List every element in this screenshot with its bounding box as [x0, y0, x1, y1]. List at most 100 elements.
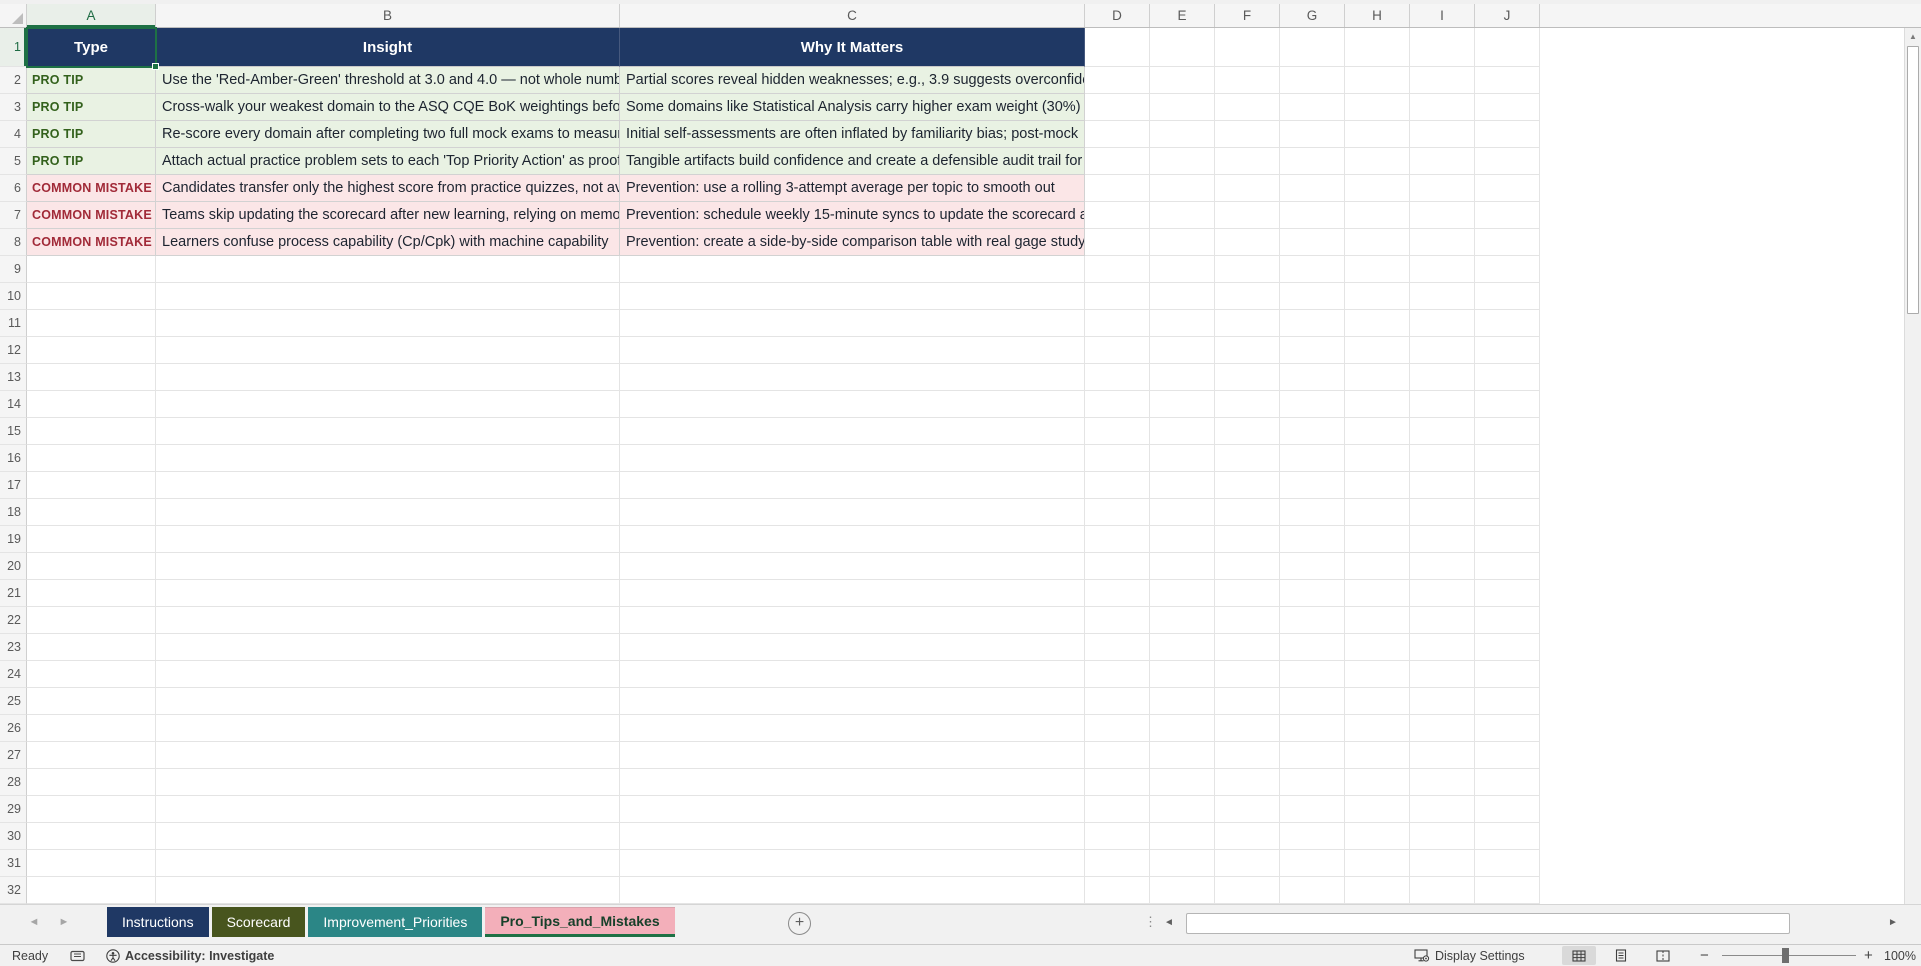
cell-D8[interactable] — [1085, 229, 1150, 256]
cell-B24[interactable] — [156, 661, 620, 688]
cell-J13[interactable] — [1475, 364, 1540, 391]
cell-B16[interactable] — [156, 445, 620, 472]
sheet-tab-instructions[interactable]: Instructions — [107, 907, 209, 937]
cell-B30[interactable] — [156, 823, 620, 850]
cell-F10[interactable] — [1215, 283, 1280, 310]
cell-A24[interactable] — [27, 661, 156, 688]
cell-H18[interactable] — [1345, 499, 1410, 526]
cell-D2[interactable] — [1085, 67, 1150, 94]
cell-C32[interactable] — [620, 877, 1085, 904]
row-header-28[interactable]: 28 — [0, 769, 27, 796]
cell-J6[interactable] — [1475, 175, 1540, 202]
cell-E2[interactable] — [1150, 67, 1215, 94]
cell-I32[interactable] — [1410, 877, 1475, 904]
cell-I20[interactable] — [1410, 553, 1475, 580]
cell-G18[interactable] — [1280, 499, 1345, 526]
cell-F18[interactable] — [1215, 499, 1280, 526]
cell-B14[interactable] — [156, 391, 620, 418]
cell-E22[interactable] — [1150, 607, 1215, 634]
cell-A21[interactable] — [27, 580, 156, 607]
cell-D11[interactable] — [1085, 310, 1150, 337]
cell-C12[interactable] — [620, 337, 1085, 364]
cell-I23[interactable] — [1410, 634, 1475, 661]
cell-C27[interactable] — [620, 742, 1085, 769]
row-header-7[interactable]: 7 — [0, 202, 27, 229]
cell-G9[interactable] — [1280, 256, 1345, 283]
table-header-cell-insight[interactable]: Insight — [156, 28, 620, 67]
cell-J10[interactable] — [1475, 283, 1540, 310]
cell-E11[interactable] — [1150, 310, 1215, 337]
cell-C9[interactable] — [620, 256, 1085, 283]
cell-D21[interactable] — [1085, 580, 1150, 607]
cell-I31[interactable] — [1410, 850, 1475, 877]
cell-D7[interactable] — [1085, 202, 1150, 229]
cell-E7[interactable] — [1150, 202, 1215, 229]
cell-B11[interactable] — [156, 310, 620, 337]
cell-G17[interactable] — [1280, 472, 1345, 499]
cell-C18[interactable] — [620, 499, 1085, 526]
cell-A22[interactable] — [27, 607, 156, 634]
cell-E8[interactable] — [1150, 229, 1215, 256]
cell-F31[interactable] — [1215, 850, 1280, 877]
cell-E6[interactable] — [1150, 175, 1215, 202]
cell-H28[interactable] — [1345, 769, 1410, 796]
macro-record-icon[interactable] — [70, 945, 85, 966]
row-header-12[interactable]: 12 — [0, 337, 27, 364]
sheet-tab-scorecard[interactable]: Scorecard — [211, 907, 306, 937]
cell-D10[interactable] — [1085, 283, 1150, 310]
cell-F9[interactable] — [1215, 256, 1280, 283]
row-header-2[interactable]: 2 — [0, 67, 27, 94]
cell-F13[interactable] — [1215, 364, 1280, 391]
cell-C28[interactable] — [620, 769, 1085, 796]
row-header-13[interactable]: 13 — [0, 364, 27, 391]
cell-I22[interactable] — [1410, 607, 1475, 634]
cell-B27[interactable] — [156, 742, 620, 769]
cell-B18[interactable] — [156, 499, 620, 526]
cell-insight-row2[interactable]: Use the 'Red-Amber-Green' threshold at 3… — [156, 67, 620, 94]
cell-F23[interactable] — [1215, 634, 1280, 661]
cell-H4[interactable] — [1345, 121, 1410, 148]
cell-D27[interactable] — [1085, 742, 1150, 769]
cell-B9[interactable] — [156, 256, 620, 283]
cell-D16[interactable] — [1085, 445, 1150, 472]
cell-C16[interactable] — [620, 445, 1085, 472]
row-header-20[interactable]: 20 — [0, 553, 27, 580]
cell-E9[interactable] — [1150, 256, 1215, 283]
cell-F30[interactable] — [1215, 823, 1280, 850]
cell-E19[interactable] — [1150, 526, 1215, 553]
cell-insight-row6[interactable]: Candidates transfer only the highest sco… — [156, 175, 620, 202]
cell-E29[interactable] — [1150, 796, 1215, 823]
cell-E25[interactable] — [1150, 688, 1215, 715]
cell-D3[interactable] — [1085, 94, 1150, 121]
cell-F2[interactable] — [1215, 67, 1280, 94]
cell-C17[interactable] — [620, 472, 1085, 499]
cell-G21[interactable] — [1280, 580, 1345, 607]
cell-C20[interactable] — [620, 553, 1085, 580]
cell-G1[interactable] — [1280, 28, 1345, 67]
cell-I13[interactable] — [1410, 364, 1475, 391]
column-header-G[interactable]: G — [1280, 4, 1345, 27]
cell-F7[interactable] — [1215, 202, 1280, 229]
cell-I27[interactable] — [1410, 742, 1475, 769]
cell-E20[interactable] — [1150, 553, 1215, 580]
cell-type-row2[interactable]: PRO TIP — [27, 67, 156, 94]
cell-G8[interactable] — [1280, 229, 1345, 256]
cell-H1[interactable] — [1345, 28, 1410, 67]
cell-D5[interactable] — [1085, 148, 1150, 175]
cell-type-row4[interactable]: PRO TIP — [27, 121, 156, 148]
cell-F11[interactable] — [1215, 310, 1280, 337]
row-header-3[interactable]: 3 — [0, 94, 27, 121]
cell-B29[interactable] — [156, 796, 620, 823]
cell-B13[interactable] — [156, 364, 620, 391]
cell-G12[interactable] — [1280, 337, 1345, 364]
cell-F22[interactable] — [1215, 607, 1280, 634]
cell-C24[interactable] — [620, 661, 1085, 688]
cell-J11[interactable] — [1475, 310, 1540, 337]
cell-F24[interactable] — [1215, 661, 1280, 688]
cell-G5[interactable] — [1280, 148, 1345, 175]
cell-F21[interactable] — [1215, 580, 1280, 607]
cell-J24[interactable] — [1475, 661, 1540, 688]
cell-C10[interactable] — [620, 283, 1085, 310]
cell-G3[interactable] — [1280, 94, 1345, 121]
cell-I12[interactable] — [1410, 337, 1475, 364]
